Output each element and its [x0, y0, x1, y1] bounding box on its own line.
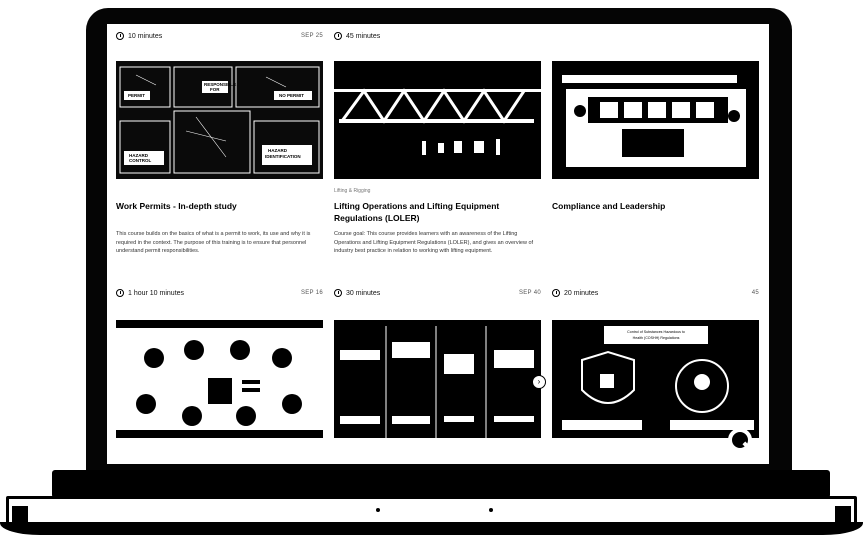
svg-text:NO PERMIT: NO PERMIT [279, 93, 304, 98]
svg-text:HAZARD: HAZARD [268, 148, 288, 153]
carousel-next-button[interactable]: › [532, 375, 546, 389]
laptop-indicator [376, 508, 380, 512]
panel-label: PERMIT [128, 93, 145, 98]
date-badge: SEP 16 [300, 290, 323, 296]
duration-label: 30 minutes [346, 289, 381, 297]
laptop-indicator [489, 508, 493, 512]
card-meta: 30 minutes SEP 40 [334, 286, 541, 300]
clock-icon [334, 32, 342, 40]
card-meta: 20 minutes 45 [552, 286, 759, 300]
course-description: Course goal: This course provides learne… [334, 231, 534, 254]
course-category: Lifting & Rigging [334, 188, 371, 194]
svg-text:RESPONSIBLE: RESPONSIBLE [204, 82, 236, 87]
help-chat-icon[interactable] [728, 428, 752, 452]
clock-icon [116, 32, 124, 40]
duration-label: 45 minutes [346, 32, 381, 40]
date-badge: SEP 25 [300, 33, 323, 39]
laptop-hinge [52, 470, 830, 498]
card-meta: 1 hour 10 minutes SEP 16 [116, 286, 323, 300]
clock-icon [116, 289, 124, 297]
svg-text:Health (COSHH) Regulations: Health (COSHH) Regulations [633, 336, 680, 340]
laptop-base-edge [0, 522, 863, 535]
clock-icon [334, 289, 342, 297]
clock-icon [552, 289, 560, 297]
course-thumbnail-leadership[interactable] [552, 61, 759, 179]
svg-text:IDENTIFICATION: IDENTIFICATION [265, 154, 301, 159]
svg-text:Control of Substances Hazardou: Control of Substances Hazardous to [627, 330, 685, 334]
course-thumbnail-coshh[interactable]: Control of Substances Hazardous to Healt… [552, 320, 759, 438]
svg-text:CONTROL: CONTROL [129, 158, 151, 163]
date-badge: 45 [751, 290, 759, 296]
course-title[interactable]: Compliance and Leadership [552, 200, 759, 212]
card-meta: 10 minutes SEP 25 [116, 29, 323, 43]
course-description: This course builds on the basics of what… [116, 231, 311, 254]
duration-label: 20 minutes [564, 289, 599, 297]
svg-text:FOR: FOR [210, 87, 220, 92]
duration-label: 1 hour 10 minutes [128, 289, 185, 297]
card-meta: 45 minutes [334, 29, 541, 43]
course-thumbnail-offshore[interactable] [116, 320, 323, 438]
course-title[interactable]: Lifting Operations and Lifting Equipment… [334, 200, 541, 224]
course-thumbnail-loler[interactable] [334, 61, 541, 179]
laptop-foot-left [12, 506, 28, 522]
laptop-foot-right [835, 506, 851, 522]
date-badge: SEP 40 [518, 290, 541, 296]
course-title[interactable]: Work Permits - In-depth study [116, 200, 323, 212]
course-thumbnail-permits[interactable]: PERMIT RESPONSIBLE FOR NO PERMIT HAZARD CO… [116, 61, 323, 179]
course-thumbnail-workers[interactable] [334, 320, 541, 438]
course-screen: 10 minutes SEP 25 45 minutes PERMIT RESP… [107, 24, 769, 464]
card-meta [552, 29, 759, 43]
duration-label: 10 minutes [128, 32, 163, 40]
